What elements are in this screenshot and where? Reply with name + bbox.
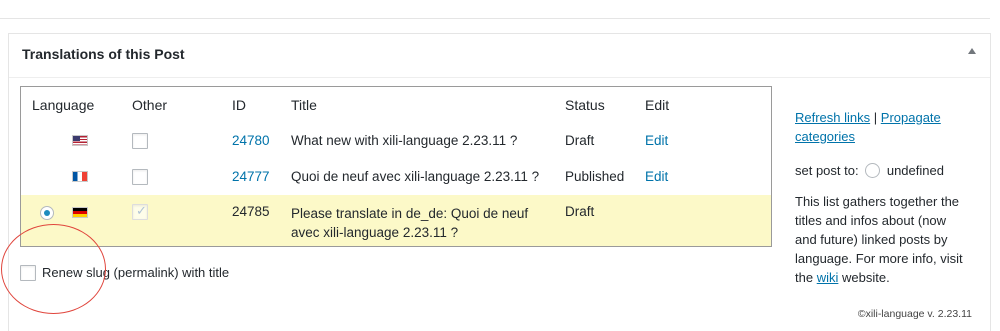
info-text: This list gathers together the titles an… — [795, 192, 985, 287]
de-flag-icon — [72, 207, 88, 218]
propagate-line1: Propagate — [880, 110, 941, 125]
collapse-arrow-icon[interactable] — [968, 48, 976, 54]
post-status: Draft — [565, 204, 595, 219]
set-post-to-label: set post to: — [795, 163, 859, 178]
info-the: the — [795, 270, 814, 285]
renew-slug-checkbox[interactable] — [20, 265, 36, 281]
edit-link[interactable]: Edit — [645, 169, 668, 184]
other-checkbox[interactable] — [132, 169, 148, 185]
metabox-title: Translations of this Post — [22, 46, 185, 62]
set-post-to: set post to: undefined — [795, 161, 985, 181]
version-footer: ©xili-language v. 2.23.11 — [857, 308, 972, 320]
metabox-header: Translations of this Post — [9, 34, 990, 78]
info-line: titles and infos about (now — [795, 213, 947, 228]
current-language-radio[interactable] — [40, 206, 54, 220]
translations-table: Language Other ID Title Status Edit 2478… — [20, 86, 772, 247]
post-title-line2: avec xili-language 2.23.11 ? — [291, 225, 459, 240]
post-title: Quoi de neuf avec xili-language 2.23.11 … — [291, 169, 540, 184]
previous-metabox-bottom — [0, 0, 990, 19]
other-checkbox[interactable] — [132, 133, 148, 149]
check-icon: ✓ — [136, 204, 147, 219]
header-other: Other — [132, 97, 168, 113]
post-id-link[interactable]: 24777 — [232, 169, 270, 184]
post-title: What new with xili-language 2.23.11 ? — [291, 133, 518, 148]
edit-link[interactable]: Edit — [645, 133, 668, 148]
renew-slug-label[interactable]: Renew slug (permalink) with title — [42, 265, 229, 280]
wiki-link[interactable]: wiki — [817, 270, 839, 285]
us-flag-icon — [72, 135, 88, 146]
sidebar-actions: Refresh links | Propagate categories — [795, 108, 985, 146]
info-website: website. — [842, 270, 890, 285]
undefined-label: undefined — [886, 163, 944, 178]
info-line: This list gathers together the — [795, 194, 960, 209]
post-title-line1: Please translate in de_de: Quoi de neuf — [291, 206, 529, 221]
separator: | — [873, 110, 878, 125]
info-line: and future) linked posts by — [795, 232, 948, 247]
undefined-radio[interactable] — [865, 163, 881, 179]
post-id: 24785 — [232, 204, 270, 219]
header-edit: Edit — [645, 97, 670, 113]
header-title: Title — [291, 97, 317, 113]
header-id: ID — [232, 97, 246, 113]
table-row: 24777 Quoi de neuf avec xili-language 2.… — [21, 159, 771, 195]
info-line: language. For more info, visit — [795, 251, 963, 266]
other-checkbox[interactable]: ✓ — [132, 204, 148, 220]
header-status: Status — [565, 97, 605, 113]
post-title: Please translate in de_de: Quoi de neuf a… — [291, 204, 528, 242]
post-status: Published — [565, 169, 625, 184]
refresh-links-link[interactable]: Refresh links — [795, 110, 870, 125]
table-row: 24780 What new with xili-language 2.23.1… — [21, 123, 771, 159]
post-id-link[interactable]: 24780 — [232, 133, 270, 148]
fr-flag-icon — [72, 171, 88, 182]
post-status: Draft — [565, 133, 595, 148]
header-language: Language — [32, 97, 95, 113]
table-row-current: ✓ 24785 Please translate in de_de: Quoi … — [21, 195, 771, 246]
radio-dot — [44, 210, 50, 216]
propagate-line2: categories — [795, 129, 855, 144]
